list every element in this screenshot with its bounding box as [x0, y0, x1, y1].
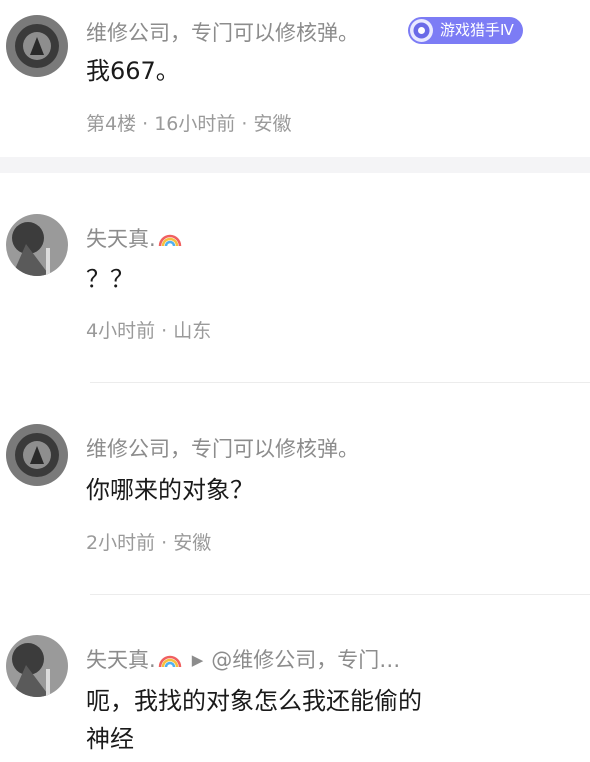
badge-label: 游戏猎手Ⅳ — [440, 21, 514, 39]
rainbow-icon — [158, 647, 182, 674]
divider — [90, 594, 590, 595]
comment-author-name[interactable]: 失天真. ▶ @维修公司，专门… — [86, 644, 400, 674]
comment-content-line: 呃，我找的对象怎么我还能偷的 — [86, 687, 422, 715]
comment-content: 呃，我找的对象怎么我还能偷的 神经 — [86, 682, 422, 758]
divider — [90, 382, 590, 383]
comment-meta: 第4楼 · 16小时前 · 安徽 — [86, 113, 292, 135]
game-hunter-badge-icon — [410, 19, 433, 42]
user-level-badge[interactable]: 游戏猎手Ⅳ — [408, 17, 523, 44]
avatar[interactable] — [6, 635, 68, 697]
comment-author-name[interactable]: 维修公司，专门可以修核弹。 — [86, 433, 359, 463]
comment-content: 你哪来的对象？ — [86, 476, 254, 504]
avatar[interactable] — [6, 424, 68, 486]
comment-content-line: 神经 — [86, 725, 134, 753]
play-arrow-icon: ▶ — [191, 651, 204, 669]
comment-content: 我667。 — [86, 57, 180, 85]
comment-author-name[interactable]: 失天真. — [86, 223, 182, 253]
avatar[interactable] — [6, 214, 68, 276]
comment-author-name[interactable]: 维修公司，专门可以修核弹。 — [86, 17, 359, 47]
comment-content: ？？ — [86, 265, 134, 293]
comment-meta: 4小时前 · 山东 — [86, 320, 212, 342]
floor-separator — [0, 157, 590, 173]
reply-target-name[interactable]: @维修公司，专门… — [211, 648, 400, 672]
avatar[interactable] — [6, 15, 68, 77]
comment-meta: 2小时前 · 安徽 — [86, 532, 212, 554]
rainbow-icon — [158, 226, 182, 253]
